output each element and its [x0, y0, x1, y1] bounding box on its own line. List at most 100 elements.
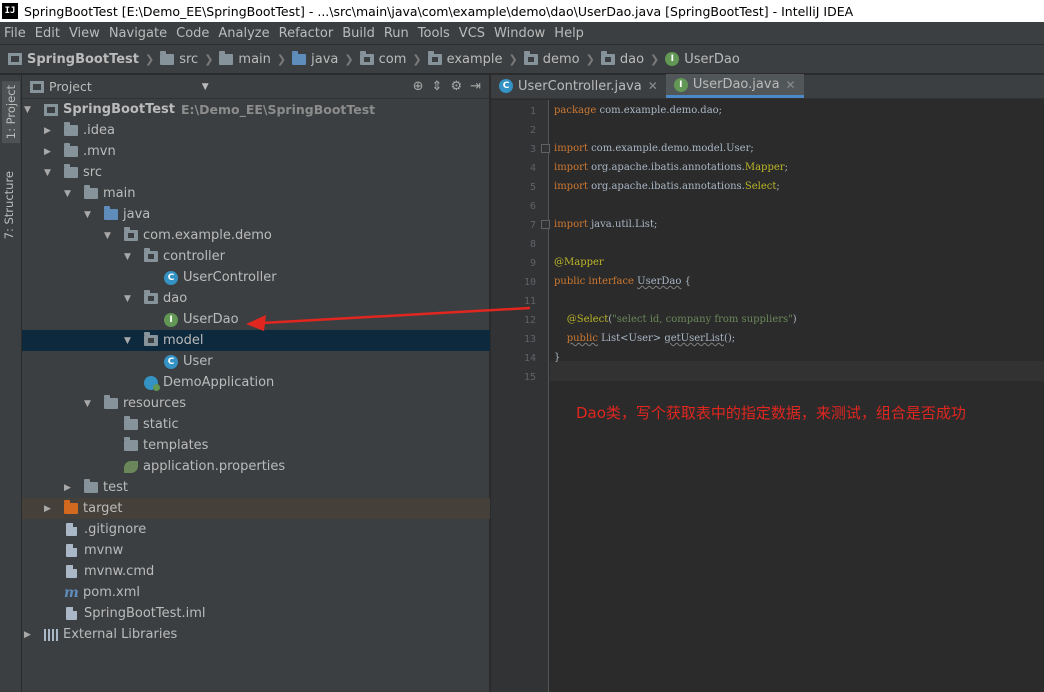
collapsed-arrow-icon[interactable]: ▶: [44, 147, 54, 157]
tree-item-static[interactable]: static: [22, 414, 490, 435]
tree-item-userdao[interactable]: I UserDao: [22, 309, 490, 330]
breadcrumb-item-userdao[interactable]: I UserDao: [665, 52, 740, 67]
tree-item-controller[interactable]: ▼ controller: [22, 246, 490, 267]
line-number: 6: [529, 201, 536, 212]
tree-item-dao[interactable]: ▼ dao: [22, 288, 490, 309]
gear-icon[interactable]: ⚙: [450, 79, 462, 94]
tree-item-mvnw[interactable]: mvnw: [22, 540, 490, 561]
class-icon: C: [164, 354, 178, 369]
expanded-arrow-icon[interactable]: ▼: [44, 168, 54, 178]
breadcrumb-item-example[interactable]: example ❯: [427, 50, 524, 67]
project-tool-window: Project ▼ ⊕ ⇕ ⚙ ⇥ ▼ SpringBootTest E:\Demo…: [22, 75, 490, 692]
tree-item-usercontroller[interactable]: C UserController: [22, 267, 490, 288]
source-folder-icon: [104, 206, 118, 220]
expanded-arrow-icon[interactable]: ▼: [124, 336, 134, 346]
menu-window[interactable]: Window: [494, 26, 545, 41]
menu-analyze[interactable]: Analyze: [218, 26, 269, 41]
tree-item-model[interactable]: ▼ model: [22, 330, 490, 351]
tab-project-tool[interactable]: 1: Project: [2, 81, 20, 144]
tree-item-mvn[interactable]: ▶ .mvn: [22, 141, 490, 162]
breadcrumb-item-main[interactable]: main ❯: [219, 50, 292, 67]
tree-item-com-example-demo[interactable]: ▼ com.example.demo: [22, 225, 490, 246]
collapsed-arrow-icon[interactable]: ▶: [44, 126, 54, 136]
window-title: SpringBootTest [E:\Demo_EE\SpringBootTes…: [24, 3, 854, 19]
tree-item-test[interactable]: ▶ test: [22, 477, 490, 498]
menu-run[interactable]: Run: [384, 26, 409, 41]
breadcrumb-item-java[interactable]: java ❯: [292, 50, 359, 67]
menu-refactor[interactable]: Refactor: [279, 26, 334, 41]
breadcrumb-item-src[interactable]: src ❯: [160, 50, 219, 67]
project-view-selector[interactable]: Project: [49, 79, 92, 94]
tab-structure-tool[interactable]: 7: Structure: [2, 171, 16, 239]
breadcrumb-item-demo[interactable]: demo ❯: [523, 50, 601, 67]
tree-item-templates[interactable]: templates: [22, 435, 490, 456]
dropdown-arrow-icon[interactable]: ▼: [202, 82, 209, 92]
tree-item-user[interactable]: C User: [22, 351, 490, 372]
tab-userdao-java[interactable]: I UserDao.java ✕: [665, 74, 804, 98]
project-icon: [44, 103, 58, 116]
menu-help[interactable]: Help: [554, 26, 584, 41]
breadcrumb-item-project[interactable]: SpringBootTest ❯: [8, 52, 160, 67]
package-icon: [427, 50, 442, 65]
collapsed-arrow-icon[interactable]: ▶: [24, 630, 34, 640]
menu-vcs[interactable]: VCS: [459, 26, 485, 41]
folder-icon: [64, 122, 78, 136]
chevron-right-icon: ❯: [650, 52, 660, 66]
breadcrumb-item-dao[interactable]: dao ❯: [600, 50, 665, 67]
menu-file[interactable]: File: [4, 26, 26, 41]
expanded-arrow-icon[interactable]: ▼: [64, 189, 74, 199]
line-number: 13: [523, 334, 536, 345]
tree-item-springboottest-iml[interactable]: SpringBootTest.iml: [22, 603, 490, 624]
tree-item-external-libraries[interactable]: ▶ External Libraries: [22, 624, 490, 645]
tree-item-main[interactable]: ▼ main: [22, 183, 490, 204]
interface-icon: I: [673, 77, 688, 92]
collapsed-arrow-icon[interactable]: ▶: [64, 483, 74, 493]
tree-item-target[interactable]: ▶ target: [22, 498, 490, 519]
tree-item-src[interactable]: ▼ src: [22, 162, 490, 183]
expanded-arrow-icon[interactable]: ▼: [84, 399, 94, 409]
expanded-arrow-icon[interactable]: ▼: [24, 105, 34, 115]
menu-build[interactable]: Build: [342, 26, 375, 41]
tree-item-gitignore[interactable]: .gitignore: [22, 519, 490, 540]
tree-item-demoapplication[interactable]: DemoApplication: [22, 372, 490, 393]
line-number: 14: [523, 353, 536, 364]
line-number: 10: [523, 277, 536, 288]
spring-leaf-icon: [124, 460, 138, 473]
resources-folder-icon: [104, 395, 118, 409]
fold-marker-icon[interactable]: [541, 220, 550, 229]
file-icon: [66, 607, 77, 620]
line-number: 2: [529, 125, 536, 136]
hide-panel-icon[interactable]: ⇥: [470, 79, 481, 94]
expanded-arrow-icon[interactable]: ▼: [104, 231, 114, 241]
breadcrumb-item-com[interactable]: com ❯: [359, 50, 428, 67]
tree-item-application-properties[interactable]: application.properties: [22, 456, 490, 477]
expanded-arrow-icon[interactable]: ▼: [84, 210, 94, 220]
folder-icon: [124, 437, 138, 451]
tree-item-resources[interactable]: ▼ resources: [22, 393, 490, 414]
fold-marker-icon[interactable]: [541, 144, 550, 153]
menu-navigate[interactable]: Navigate: [109, 26, 167, 41]
tab-usercontroller-java[interactable]: C UserController.java ✕: [491, 74, 666, 98]
close-icon[interactable]: ✕: [786, 78, 796, 92]
expanded-arrow-icon[interactable]: ▼: [124, 252, 134, 262]
code-line: import java.util.List;: [554, 219, 658, 230]
library-icon: [44, 628, 58, 641]
collapsed-arrow-icon[interactable]: ▶: [44, 504, 54, 514]
menu-view[interactable]: View: [69, 26, 100, 41]
scroll-from-source-icon[interactable]: ⊕: [413, 79, 424, 94]
expanded-arrow-icon[interactable]: ▼: [124, 294, 134, 304]
excluded-folder-icon: [64, 500, 78, 514]
tree-item-springboottest[interactable]: ▼ SpringBootTest E:\Demo_EE\SpringBootTest: [22, 99, 490, 120]
menu-code[interactable]: Code: [176, 26, 209, 41]
line-number: 3: [529, 144, 536, 155]
tree-item-java[interactable]: ▼ java: [22, 204, 490, 225]
line-number: 15: [523, 372, 536, 383]
menu-edit[interactable]: Edit: [35, 26, 60, 41]
tree-item-pom-xml[interactable]: m pom.xml: [22, 582, 490, 603]
line-number: 1: [529, 106, 536, 117]
close-icon[interactable]: ✕: [648, 79, 658, 93]
tree-item-idea[interactable]: ▶ .idea: [22, 120, 490, 141]
collapse-all-icon[interactable]: ⇕: [432, 79, 443, 94]
tree-item-mvnw-cmd[interactable]: mvnw.cmd: [22, 561, 490, 582]
menu-tools[interactable]: Tools: [418, 26, 450, 41]
